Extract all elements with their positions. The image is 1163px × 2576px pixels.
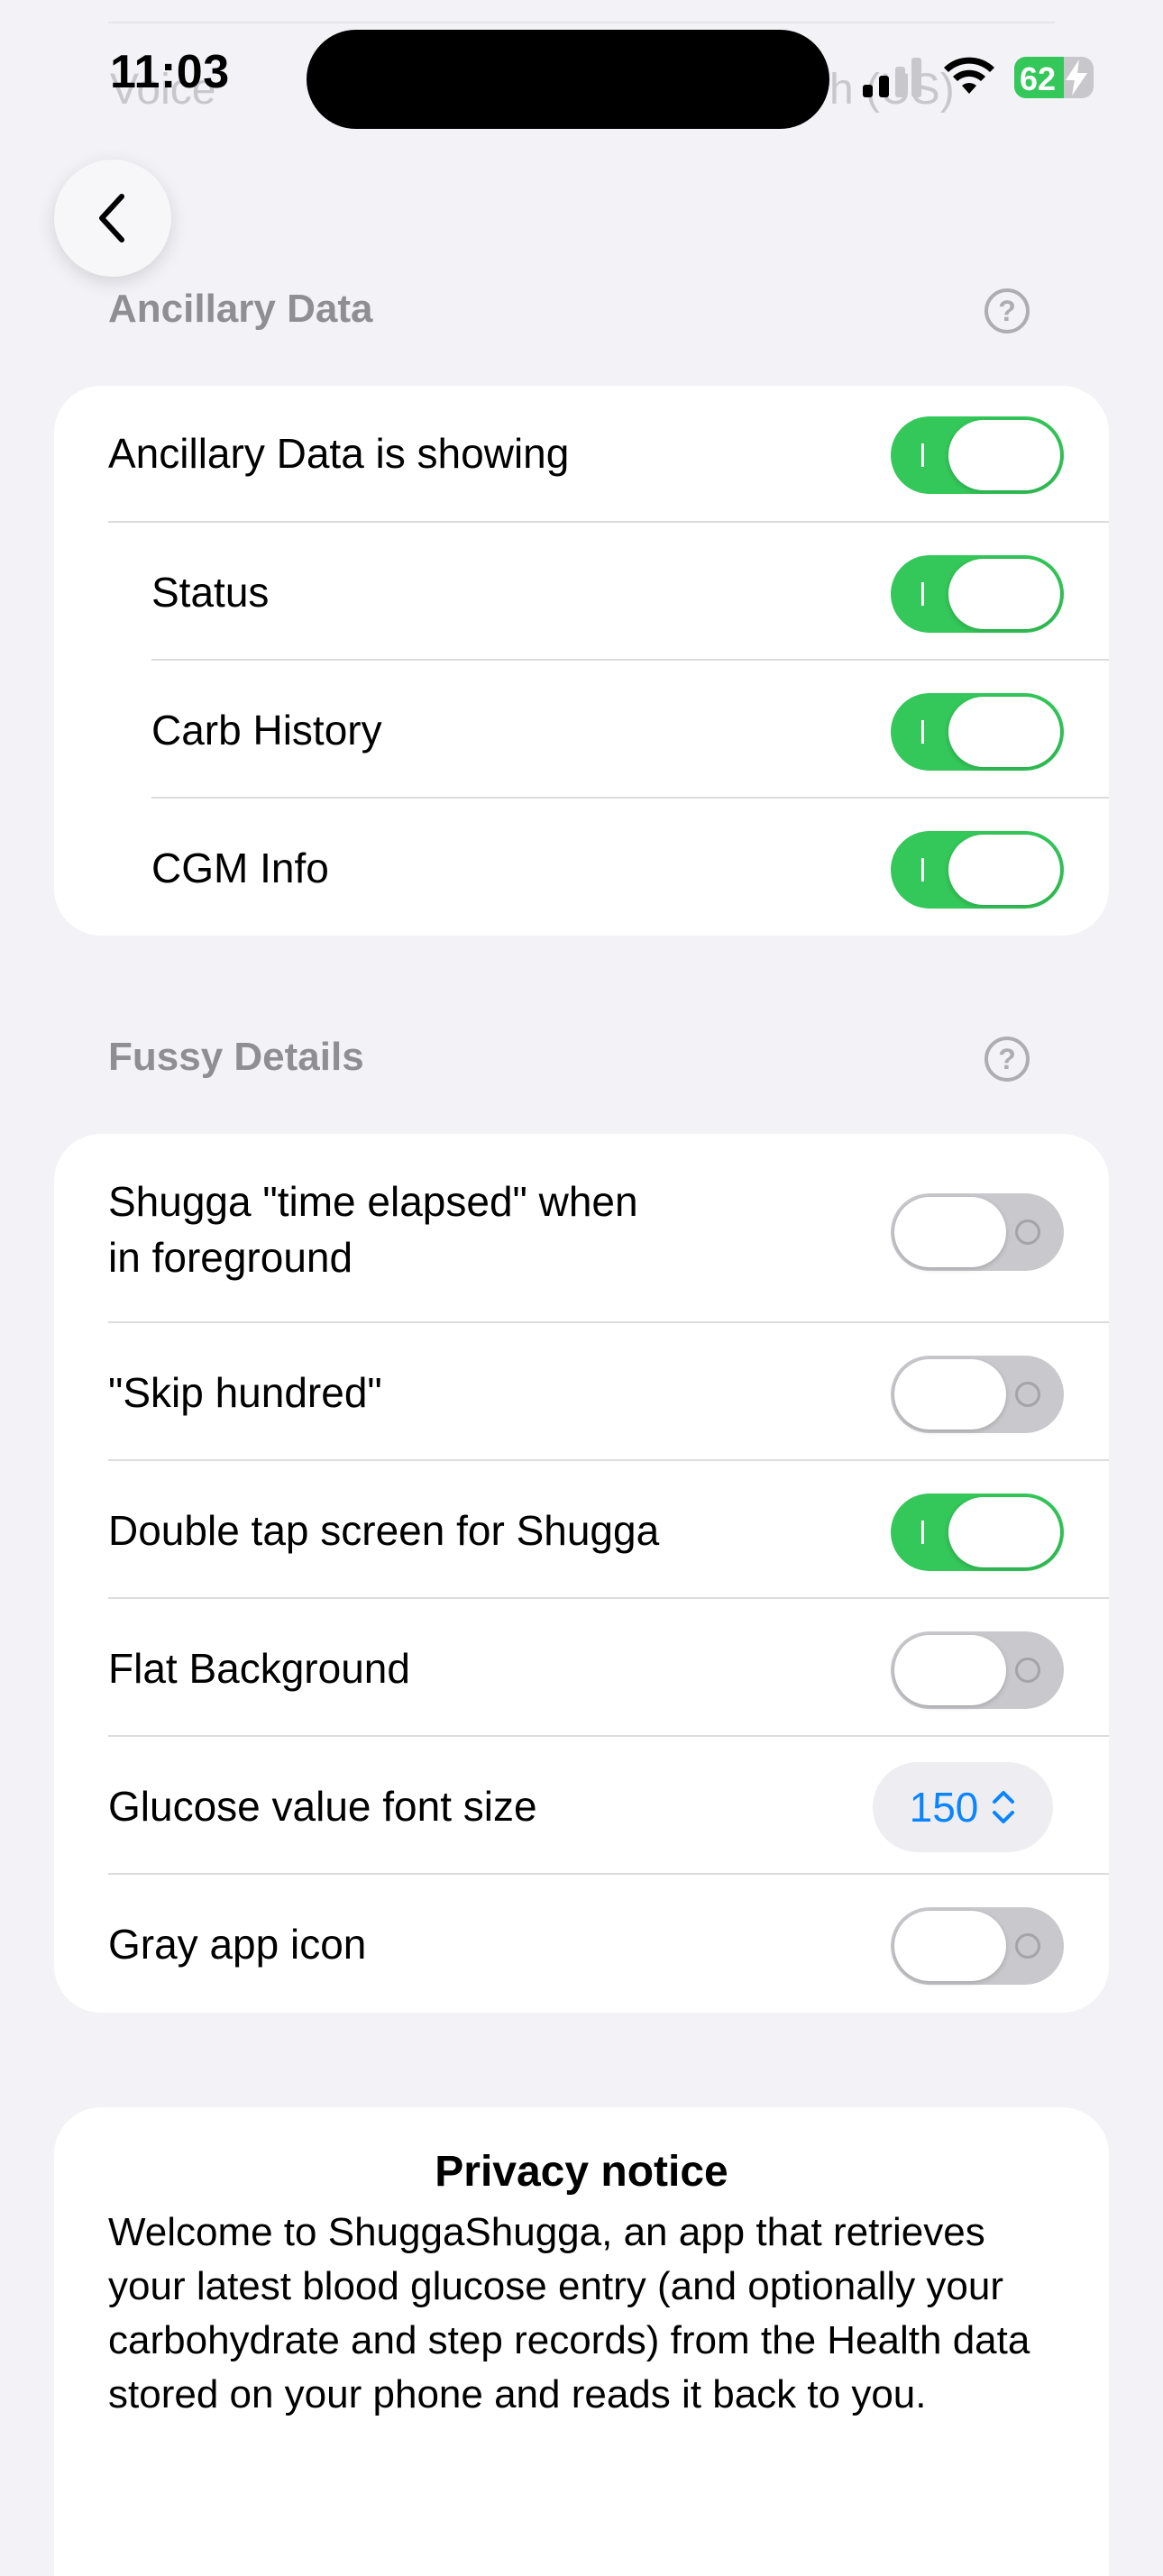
skip-hundred-toggle[interactable] — [891, 1356, 1064, 1433]
divider — [108, 1597, 1109, 1599]
font-size-value: 150 — [909, 1784, 979, 1831]
divider — [108, 1735, 1109, 1737]
divider — [108, 1873, 1109, 1875]
up-down-chevron-icon — [993, 1791, 1015, 1823]
fussy-card: Shugga "time elapsed" when in foreground… — [54, 1134, 1109, 2013]
cellular-signal-icon — [863, 58, 921, 97]
cgm-info-label: CGM Info — [151, 845, 329, 891]
ancillary-card: Ancillary Data is showing Status Carb Hi… — [54, 386, 1109, 936]
divider — [151, 659, 1109, 661]
font-size-stepper[interactable]: 150 — [873, 1762, 1053, 1852]
back-button[interactable] — [54, 160, 171, 277]
flat-background-toggle[interactable] — [891, 1631, 1064, 1709]
gray-icon-label: Gray app icon — [108, 1921, 367, 1968]
time-elapsed-label-line1: Shugga "time elapsed" when — [108, 1178, 638, 1225]
divider — [151, 797, 1109, 799]
double-tap-label: Double tap screen for Shugga — [108, 1507, 660, 1554]
ancillary-showing-toggle[interactable] — [891, 416, 1064, 494]
status-label: Status — [151, 569, 270, 616]
gray-icon-toggle[interactable] — [891, 1907, 1064, 1985]
cgm-info-toggle[interactable] — [891, 831, 1064, 909]
privacy-body: Welcome to ShuggaShugga, an app that ret… — [108, 2210, 1030, 2416]
dynamic-island — [307, 30, 829, 129]
wifi-icon — [944, 57, 994, 94]
chevron-left-icon — [99, 194, 124, 242]
fussy-help-icon[interactable]: ? — [984, 1037, 1030, 1082]
battery-percent: 62 — [1020, 60, 1057, 97]
divider — [108, 521, 1109, 523]
skip-hundred-label: "Skip hundred" — [108, 1369, 382, 1416]
time-elapsed-label-line2: in foreground — [108, 1234, 353, 1281]
font-size-label: Glucose value font size — [108, 1783, 537, 1830]
fussy-section-header: Fussy Details — [108, 1035, 364, 1079]
carb-history-label: Carb History — [151, 707, 382, 754]
flat-background-label: Flat Background — [108, 1645, 410, 1692]
time-elapsed-toggle[interactable] — [891, 1193, 1064, 1271]
scrolled-divider — [108, 22, 1055, 23]
status-toggle[interactable] — [891, 555, 1064, 633]
ancillary-section-header: Ancillary Data — [108, 287, 373, 331]
ancillary-help-icon[interactable]: ? — [984, 288, 1030, 333]
privacy-title: Privacy notice — [435, 2148, 728, 2196]
status-time: 11:03 — [110, 46, 230, 98]
divider — [108, 1459, 1109, 1461]
carb-history-toggle[interactable] — [891, 693, 1064, 771]
divider — [108, 1321, 1109, 1323]
ancillary-showing-label: Ancillary Data is showing — [108, 430, 570, 477]
double-tap-toggle[interactable] — [891, 1494, 1064, 1571]
charging-bolt-icon — [1066, 59, 1087, 96]
